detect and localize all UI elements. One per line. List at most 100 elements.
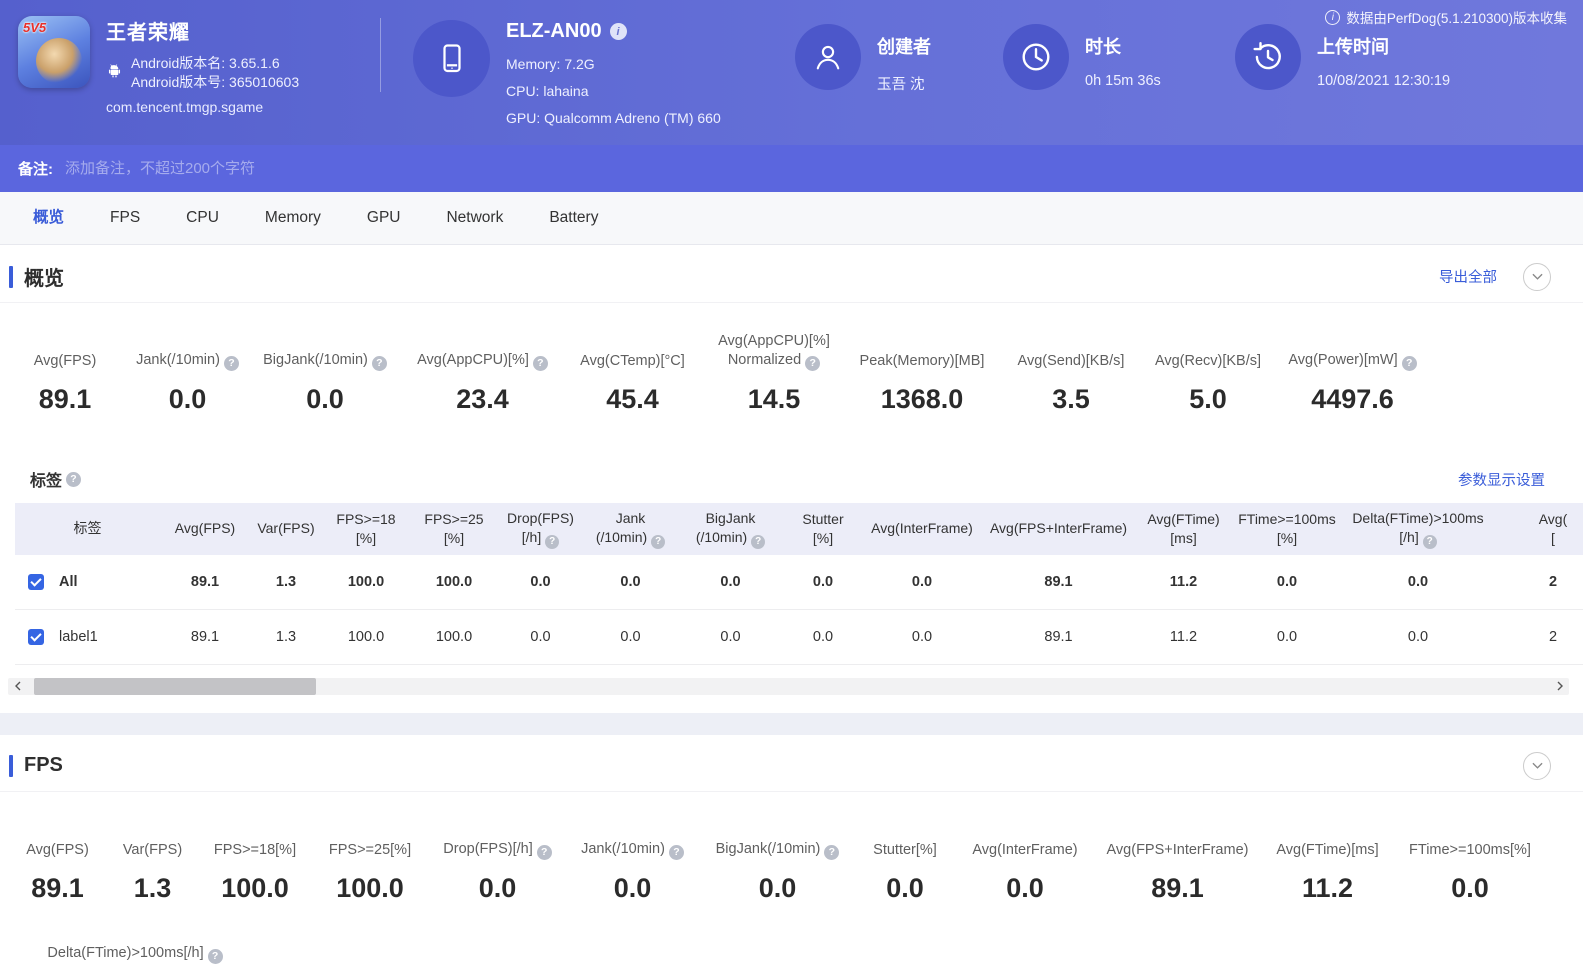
help-icon[interactable] xyxy=(1401,356,1417,371)
overview-section-title: 概览 xyxy=(9,262,64,291)
help-icon[interactable] xyxy=(532,356,548,371)
creator-group: 创建者 玉吾 沈 xyxy=(795,24,931,94)
app-package: com.tencent.tmgp.sgame xyxy=(106,99,264,115)
overview-metrics-row: Avg(FPS) 89.1 Jank(/10min) 0.0 BigJank(/… xyxy=(0,303,1583,461)
chevron-down-icon xyxy=(1531,273,1543,280)
col-avg-fps-interframe: Avg(FPS+InterFrame) xyxy=(989,520,1128,537)
td: 0.0 xyxy=(720,628,741,645)
tab-gpu[interactable]: GPU xyxy=(344,192,424,244)
td: 89.1 xyxy=(190,573,220,590)
overview-collapse-button[interactable] xyxy=(1523,262,1551,291)
help-icon[interactable] xyxy=(371,356,387,371)
metric-avg-fps-interframe: Avg(FPS+InterFrame) 89.1 xyxy=(1106,841,1249,903)
metric-peak-memory: Peak(Memory)[MB] 1368.0 xyxy=(859,353,985,414)
td: 0.0 xyxy=(530,573,551,590)
tab-battery[interactable]: Battery xyxy=(526,192,621,244)
row-label: All xyxy=(59,573,78,590)
metric-avg-power: Avg(Power)[mW] 4497.6 xyxy=(1275,329,1430,415)
td: 0.0 xyxy=(911,628,933,645)
app-icon: 5V5 xyxy=(18,16,90,88)
device-memory: Memory: 7.2G xyxy=(506,56,595,72)
device-cpu: CPU: lahaina xyxy=(506,83,589,99)
col-avg-interframe: Avg(InterFrame) xyxy=(871,520,973,537)
help-icon[interactable] xyxy=(668,844,684,860)
metric-fps-ge18: FPS>=18[%] 100.0 xyxy=(213,841,297,903)
report-header: 数据由PerfDog(5.1.210300)版本收集 5V5 王者荣耀 Andr… xyxy=(0,0,1583,145)
td: 89.1 xyxy=(1044,628,1073,645)
metric-delta-ftime: Delta(FTime)>100ms[/h] 0.0 xyxy=(30,922,240,978)
col-fps-ge18: FPS>=18 [%] xyxy=(336,510,396,546)
col-var-fps: Var(FPS) xyxy=(257,520,315,537)
metric-jank: Jank(/10min) 0.0 xyxy=(130,329,245,415)
help-icon[interactable] xyxy=(536,844,552,860)
help-icon[interactable] xyxy=(751,534,766,549)
labels-table: 标签 Avg(FPS) Var(FPS) FPS>=18 [%] FPS>=25[… xyxy=(15,503,1583,665)
metric-avg-interframe: Avg(InterFrame) 0.0 xyxy=(972,841,1078,903)
note-bar: 备注: xyxy=(0,145,1583,192)
metric-avg-appcpu-normalized: Avg(AppCPU)[%] Normalized 14.5 xyxy=(705,329,843,415)
col-stutter: Stutter [%] xyxy=(802,510,844,546)
tab-network[interactable]: Network xyxy=(423,192,526,244)
title-accent-bar xyxy=(9,265,13,288)
tab-cpu[interactable]: CPU xyxy=(163,192,242,244)
device-model: ELZ-AN00 xyxy=(506,20,602,42)
section-tabs: 概览 FPS CPU Memory GPU Network Battery xyxy=(0,192,1583,245)
metric-jank: Jank(/10min) 0.0 xyxy=(575,818,690,904)
duration-group: 时长 0h 15m 36s xyxy=(1003,24,1161,90)
help-icon[interactable] xyxy=(545,534,560,549)
td: 1.3 xyxy=(275,573,297,590)
tab-memory[interactable]: Memory xyxy=(242,192,344,244)
scroll-right-arrow[interactable] xyxy=(1551,678,1569,695)
upload-time-value: 10/08/2021 12:30:19 xyxy=(1317,73,1451,89)
help-icon[interactable] xyxy=(805,356,821,371)
td: 100.0 xyxy=(435,628,473,645)
help-icon[interactable] xyxy=(66,471,82,487)
metric-bigjank: BigJank(/10min) 0.0 xyxy=(690,818,865,904)
col-ftime-ge100: FTime>=100ms [%] xyxy=(1238,510,1336,546)
help-icon[interactable] xyxy=(824,844,840,860)
table-header-row: 标签 Avg(FPS) Var(FPS) FPS>=18 [%] FPS>=25[… xyxy=(15,503,1583,555)
td: 89.1 xyxy=(1044,573,1073,590)
section-divider-band xyxy=(0,712,1583,735)
android-version-name: Android版本名: 3.65.1.6 xyxy=(131,55,280,71)
metric-avg-fps: Avg(FPS) 89.1 xyxy=(26,841,89,903)
duration-label: 时长 xyxy=(1085,37,1121,57)
history-clock-icon xyxy=(1235,24,1301,90)
metric-drop-fps: Drop(FPS)[/h] 0.0 xyxy=(420,818,575,904)
row-checkbox[interactable] xyxy=(28,628,44,645)
tab-fps[interactable]: FPS xyxy=(87,192,163,244)
horizontal-scrollbar[interactable] xyxy=(8,677,1569,695)
td: 0.0 xyxy=(911,573,933,590)
td: 89.1 xyxy=(190,628,220,645)
note-input[interactable] xyxy=(65,160,685,177)
metric-avg-fps: Avg(FPS) 89.1 xyxy=(33,353,97,414)
scroll-left-arrow[interactable] xyxy=(8,678,26,695)
duration-value: 0h 15m 36s xyxy=(1085,73,1161,89)
device-info-icon[interactable] xyxy=(609,23,627,40)
help-icon[interactable] xyxy=(1422,534,1437,549)
metric-avg-send: Avg(Send)[KB/s] 3.5 xyxy=(1017,353,1125,414)
chevron-down-icon xyxy=(1531,762,1543,769)
creator-value: 玉吾 沈 xyxy=(877,77,925,93)
col-label: 标签 xyxy=(73,520,102,537)
row-checkbox[interactable] xyxy=(28,573,44,590)
col-cutoff: Avg([ xyxy=(1538,510,1568,546)
export-all-link[interactable]: 导出全部 xyxy=(1439,266,1497,287)
table-row-all: All 89.1 1.3 100.0 100.0 0.0 0.0 0.0 0.0… xyxy=(15,555,1583,610)
metric-fps-ge25: FPS>=25[%] 100.0 xyxy=(328,841,412,903)
help-icon[interactable] xyxy=(207,948,223,964)
help-icon[interactable] xyxy=(651,534,666,549)
parameter-display-settings-link[interactable]: 参数显示设置 xyxy=(1458,469,1545,490)
table-row-label1: label1 89.1 1.3 100.0 100.0 0.0 0.0 0.0 … xyxy=(15,610,1583,665)
td: 0.0 xyxy=(620,628,641,645)
fps-collapse-button[interactable] xyxy=(1523,751,1551,780)
help-icon[interactable] xyxy=(223,356,239,371)
creator-label: 创建者 xyxy=(877,37,931,57)
col-drop-fps: Drop(FPS) [/h] xyxy=(498,503,583,555)
app-info-group: 5V5 王者荣耀 Android版本名: 3.65.1.6 Android版本号… xyxy=(18,16,299,115)
android-icon xyxy=(106,62,123,84)
scrollbar-thumb[interactable] xyxy=(34,677,316,695)
tab-overview[interactable]: 概览 xyxy=(10,192,87,244)
app-icon-badge: 5V5 xyxy=(23,20,47,35)
td: 0.0 xyxy=(812,628,834,645)
